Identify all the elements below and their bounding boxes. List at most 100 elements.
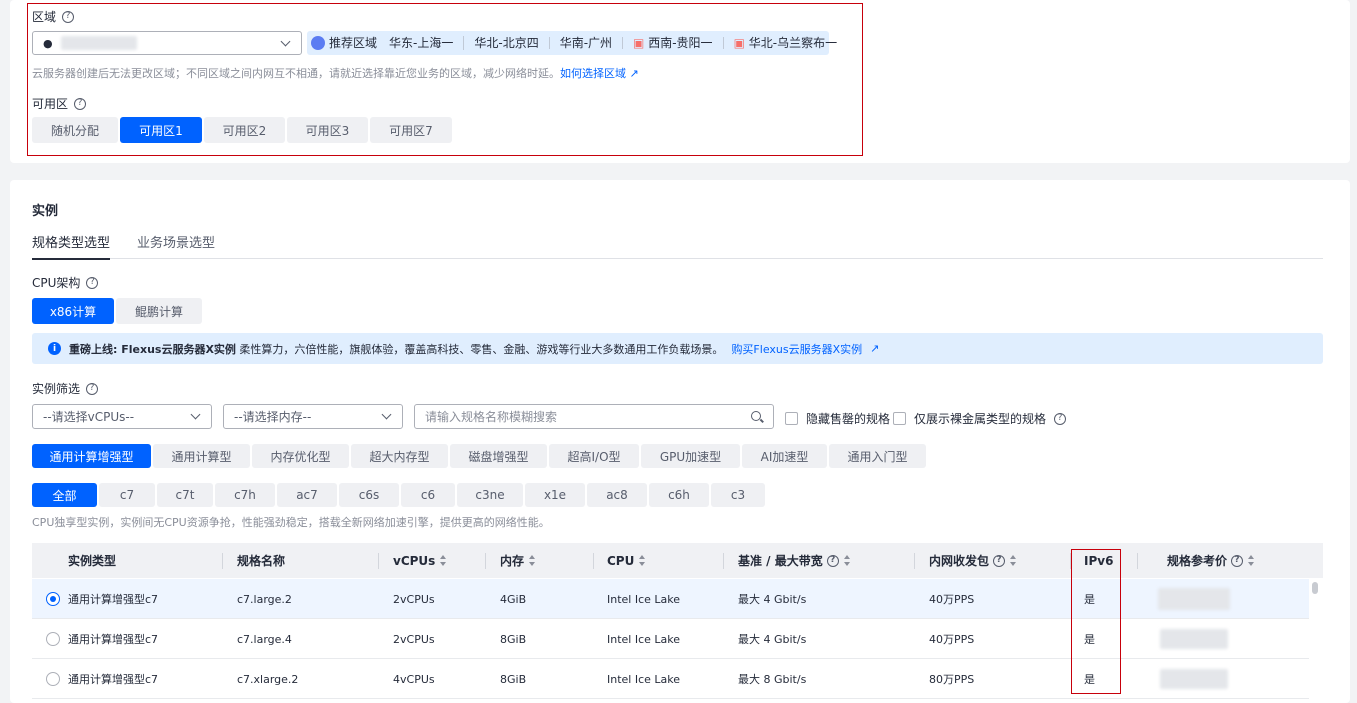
checkbox-box[interactable] <box>893 412 906 425</box>
family-c7t[interactable]: c7t <box>157 483 213 507</box>
help-icon[interactable]: ? <box>62 10 75 23</box>
cpu-arch-x86[interactable]: x86计算 <box>32 298 114 324</box>
table-scrollbar[interactable] <box>1312 582 1318 594</box>
family-c6s[interactable]: c6s <box>339 483 399 507</box>
help-icon[interactable]: ? <box>993 554 1006 567</box>
cell-price-redacted <box>1158 579 1230 619</box>
region-select[interactable]: ● <box>32 31 302 55</box>
memory-select[interactable]: --请选择内存-- <box>223 404 403 429</box>
col-divider <box>723 553 724 569</box>
col-cpu-label: CPU <box>607 553 635 568</box>
buy-flexus-link[interactable]: 购买Flexus云服务器X实例 <box>731 341 862 357</box>
recommended-region-5[interactable]: ▣ 华北-乌兰察布一 <box>724 37 848 49</box>
type-ai[interactable]: AI加速型 <box>742 444 827 468</box>
col-divider <box>378 553 379 569</box>
spec-search-input[interactable]: 请输入规格名称模糊搜索 <box>414 404 774 429</box>
col-pps[interactable]: 内网收发包? <box>929 543 1018 578</box>
tab-spec-type[interactable]: 规格类型选型 <box>32 232 111 260</box>
chevron-down-icon <box>381 409 392 420</box>
recommended-label: 推荐区域 <box>329 36 378 50</box>
how-to-choose-region-link[interactable]: 如何选择区域 <box>560 67 626 80</box>
thumb-up-icon <box>311 36 325 50</box>
col-vcpus-label: vCPUs <box>393 553 436 568</box>
recommended-region-1[interactable]: 华东-上海一 <box>389 37 453 49</box>
type-general[interactable]: 通用计算型 <box>153 444 250 468</box>
recommended-regions-bar: 推荐区域 华东-上海一 华北-北京四 华南-广州 ▣ 西南-贵阳一 ▣ 华北-乌… <box>307 31 837 55</box>
tab-business-scenario[interactable]: 业务场景选型 <box>137 232 215 258</box>
help-icon[interactable]: ? <box>1231 554 1244 567</box>
az-label-row: 可用区 ? <box>32 95 87 112</box>
type-disk-intensive[interactable]: 磁盘增强型 <box>450 444 547 468</box>
cell-memory: 4GiB <box>500 592 527 606</box>
family-ac7[interactable]: ac7 <box>277 483 337 507</box>
help-icon[interactable]: ? <box>826 554 839 567</box>
filter-label-row: 实例筛选 ? <box>32 380 99 397</box>
row-radio-cell[interactable] <box>46 579 60 619</box>
family-c7[interactable]: c7 <box>99 483 155 507</box>
gift-icon: ▣ <box>633 36 645 50</box>
az-option-3[interactable]: 可用区3 <box>287 117 368 143</box>
help-icon[interactable]: ? <box>86 382 99 395</box>
help-icon[interactable]: ? <box>1054 412 1067 425</box>
col-bandwidth[interactable]: 基准 / 最大带宽? <box>738 543 852 578</box>
az-option-2[interactable]: 可用区2 <box>204 117 285 143</box>
sort-icon[interactable] <box>1009 555 1018 566</box>
type-entry[interactable]: 通用入门型 <box>829 444 926 468</box>
sort-icon[interactable] <box>843 555 852 566</box>
vcpu-select[interactable]: --请选择vCPUs-- <box>32 404 212 429</box>
col-vcpus[interactable]: vCPUs <box>393 543 448 578</box>
row-radio-cell[interactable] <box>46 659 60 699</box>
type-large-memory[interactable]: 超大内存型 <box>351 444 448 468</box>
ipv6-highlight-box <box>1071 549 1121 694</box>
hide-soldout-checkbox[interactable]: 隐藏售罄的规格 <box>785 410 890 427</box>
az-option-7[interactable]: 可用区7 <box>370 117 452 143</box>
type-ultra-high-io[interactable]: 超高I/O型 <box>549 444 639 468</box>
az-option-1[interactable]: 可用区1 <box>120 117 202 143</box>
sort-icon[interactable] <box>638 555 647 566</box>
cpu-arch-kunpeng[interactable]: 鲲鹏计算 <box>116 298 202 324</box>
cell-spec-name: c7.large.2 <box>237 592 292 606</box>
info-icon: i <box>48 342 61 355</box>
col-instance-type-label: 实例类型 <box>68 554 117 568</box>
recommended-region-4[interactable]: ▣ 西南-贵阳一 <box>623 37 724 49</box>
recommended-region-3[interactable]: 华南-广州 <box>550 37 624 49</box>
type-general-enhanced[interactable]: 通用计算增强型 <box>32 444 151 468</box>
help-icon[interactable]: ? <box>86 276 99 289</box>
col-divider <box>593 553 594 569</box>
col-memory[interactable]: 内存 <box>500 543 537 578</box>
cell-instance-type: 通用计算增强型c7 <box>68 633 159 646</box>
col-cpu[interactable]: CPU <box>607 543 647 578</box>
type-gpu[interactable]: GPU加速型 <box>641 444 740 468</box>
sort-icon[interactable] <box>1247 555 1256 566</box>
family-c7h[interactable]: c7h <box>215 483 275 507</box>
family-ac8[interactable]: ac8 <box>587 483 647 507</box>
type-memory-optimized[interactable]: 内存优化型 <box>252 444 349 468</box>
row-radio[interactable] <box>46 592 60 606</box>
family-x1e[interactable]: x1e <box>525 483 585 507</box>
sort-icon[interactable] <box>528 555 537 566</box>
az-option-random[interactable]: 随机分配 <box>32 117 118 143</box>
family-c3[interactable]: c3 <box>711 483 765 507</box>
help-icon[interactable]: ? <box>74 97 87 110</box>
family-c6h[interactable]: c6h <box>649 483 709 507</box>
recommended-region-2[interactable]: 华北-北京四 <box>464 37 550 49</box>
col-divider <box>485 553 486 569</box>
family-c6[interactable]: c6 <box>401 483 455 507</box>
search-icon[interactable] <box>751 411 761 421</box>
baremetal-only-checkbox[interactable]: 仅展示裸金属类型的规格 ? <box>893 410 1067 427</box>
region-label-row: 区域 ? <box>32 8 75 25</box>
row-radio-cell[interactable] <box>46 619 60 659</box>
sort-icon[interactable] <box>439 555 448 566</box>
instance-section-title: 实例 <box>32 204 59 219</box>
family-c3ne[interactable]: c3ne <box>457 483 523 507</box>
memory-select-placeholder: --请选择内存-- <box>234 410 312 424</box>
col-price[interactable]: 规格参考价? <box>1167 543 1256 578</box>
row-radio[interactable] <box>46 672 60 686</box>
notice-message: 重磅上线: Flexus云服务器X实例 柔性算力，六倍性能，旗舰体验，覆盖高科技… <box>69 341 723 357</box>
price-blur <box>1160 629 1228 649</box>
row-radio[interactable] <box>46 632 60 646</box>
checkbox-box[interactable] <box>785 412 798 425</box>
chevron-down-icon <box>280 36 291 47</box>
col-divider <box>1137 553 1138 569</box>
family-all[interactable]: 全部 <box>32 483 97 507</box>
